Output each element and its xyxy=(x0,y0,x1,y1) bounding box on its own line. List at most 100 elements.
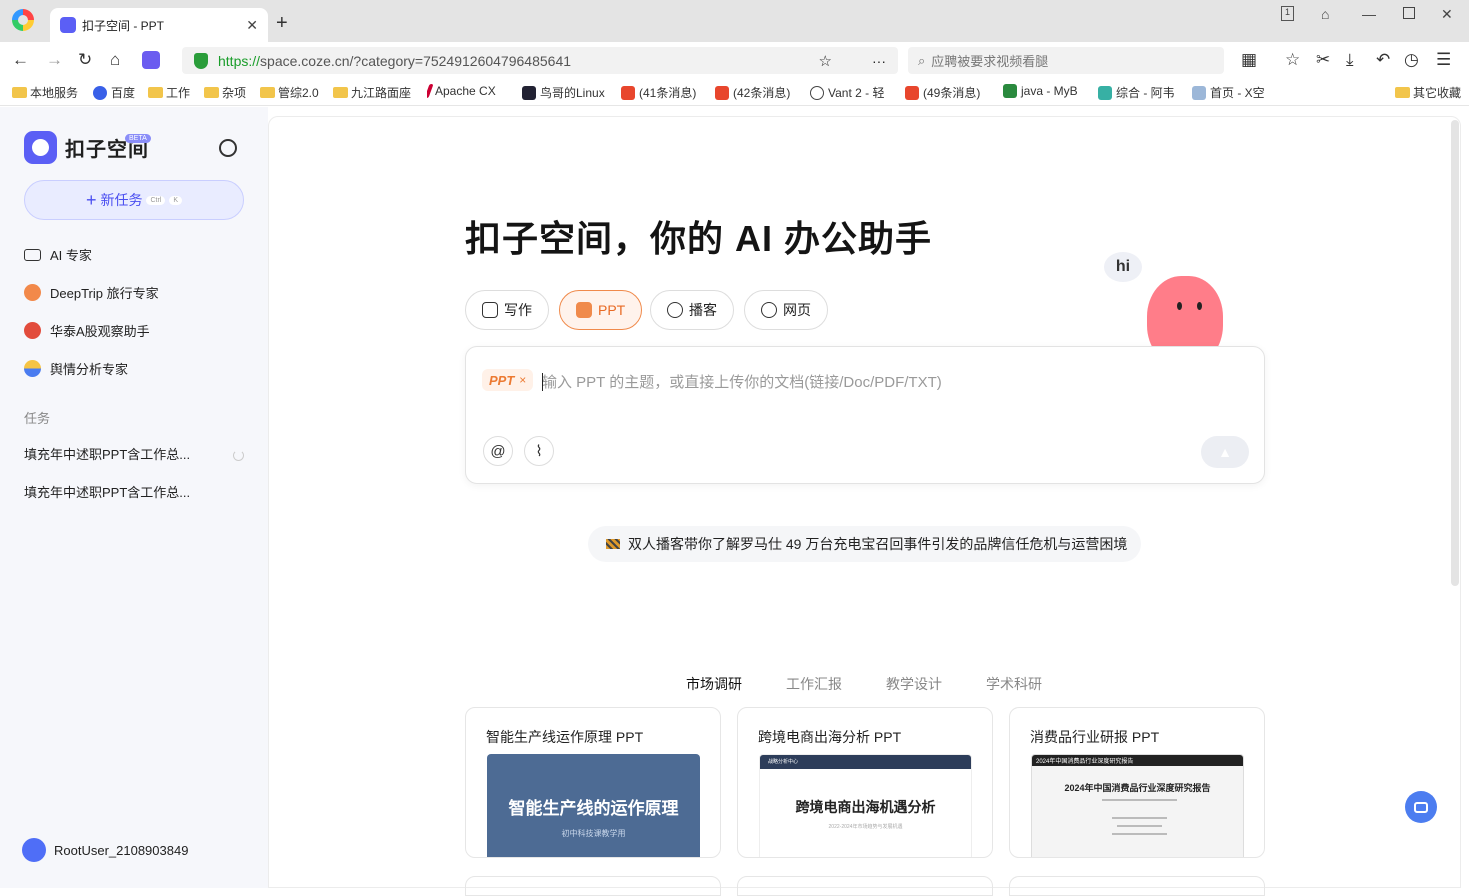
bookmark-item[interactable]: 综合 - 阿韦 xyxy=(1098,84,1178,101)
bookmark-item[interactable]: 九江路面座 xyxy=(333,84,413,101)
menu-icon[interactable]: ☰ xyxy=(1436,50,1451,70)
bookmark-item[interactable]: (41条消息) xyxy=(621,84,701,101)
bookmark-item[interactable]: (42条消息) xyxy=(715,84,795,101)
bookmark-item[interactable]: 杂项 xyxy=(204,84,254,101)
template-card[interactable]: 消费品行业研报 PPT 2024年中国消费品行业深度研究报告 2024年中国消费… xyxy=(1009,707,1265,858)
apache-feather-icon xyxy=(427,84,434,98)
back-icon[interactable]: ← xyxy=(12,50,29,70)
close-tab-icon[interactable]: ✕ xyxy=(246,17,258,34)
coze-logo-icon xyxy=(24,131,57,164)
folder-icon xyxy=(1395,87,1410,98)
mode-tab-podcast[interactable]: 播客 xyxy=(650,290,734,330)
skin-icon[interactable]: ⌂ xyxy=(1321,6,1329,22)
category-teaching[interactable]: 教学设计 xyxy=(886,674,942,694)
template-card[interactable] xyxy=(737,876,993,896)
attachment-icon[interactable]: ⌇ xyxy=(524,436,554,466)
writing-icon xyxy=(482,302,498,318)
search-placeholder: 应聘被要求视频看腿 xyxy=(931,54,1049,69)
globe-icon xyxy=(810,85,824,100)
site-icon xyxy=(1192,85,1206,100)
bookmark-item[interactable]: 百度 xyxy=(93,84,143,101)
template-card[interactable]: 智能生产线运作原理 PPT 智能生产线的运作原理 初中科技课教学用 xyxy=(465,707,721,858)
undo-icon[interactable]: ↶ xyxy=(1376,50,1390,70)
scissors-icon[interactable]: ✂ xyxy=(1316,50,1330,70)
tab-title: 扣子空间 - PPT xyxy=(82,18,165,33)
home-icon[interactable]: ⌂ xyxy=(110,50,120,70)
user-profile[interactable]: RootUser_2108903849 xyxy=(22,838,188,862)
bookmark-item[interactable]: 首页 - X空 xyxy=(1192,84,1268,101)
bookmark-item[interactable]: Apache CX xyxy=(427,84,509,98)
tab-count-icon[interactable]: 1 xyxy=(1281,6,1294,21)
template-card[interactable] xyxy=(465,876,721,896)
mode-tab-ppt[interactable]: PPT xyxy=(559,290,643,330)
sidebar: 扣子空间 BETA + 新任务 Ctrl K AI 专家 DeepTrip 旅行… xyxy=(0,107,268,888)
maximize-icon[interactable] xyxy=(1403,7,1415,19)
forward-icon[interactable]: → xyxy=(46,50,63,70)
csdn-icon xyxy=(715,85,729,100)
alarm-clock-icon[interactable] xyxy=(219,139,237,157)
mascot-body xyxy=(1147,276,1223,346)
task-item[interactable]: 填充年中述职PPT含工作总... xyxy=(24,444,190,463)
bookmark-item[interactable]: (49条消息) xyxy=(905,84,991,101)
browser-logo-icon[interactable] xyxy=(12,9,34,31)
deeptrip-icon xyxy=(24,284,41,301)
star-icon[interactable]: ☆ xyxy=(819,52,832,70)
category-work-report[interactable]: 工作汇报 xyxy=(786,674,842,694)
ai-extension-icon[interactable] xyxy=(142,51,160,69)
new-tab-icon[interactable]: + xyxy=(276,12,288,35)
template-card[interactable] xyxy=(1009,876,1265,896)
template-card[interactable]: 跨境电商出海分析 PPT 战略分析中心 跨境电商出海机遇分析 2022-2024… xyxy=(737,707,993,858)
graduation-cap-icon xyxy=(24,248,41,261)
mode-tab-webpage[interactable]: 网页 xyxy=(744,290,828,330)
reload-icon[interactable]: ↻ xyxy=(78,50,92,70)
sidebar-item-huatai[interactable]: 华泰A股观察助手 xyxy=(24,321,150,340)
csdn-icon xyxy=(621,85,635,100)
download-icon[interactable]: ⤓ xyxy=(1346,50,1354,70)
bookmark-item[interactable]: 工作 xyxy=(148,84,198,101)
address-bar[interactable]: https:// space.coze.cn/?category=7524912… xyxy=(182,47,898,74)
linux-icon xyxy=(522,85,536,100)
prompt-placeholder[interactable]: 输入 PPT 的主题，或直接上传你的文档(链接/Doc/PDF/TXT) xyxy=(542,371,942,392)
more-icon[interactable]: ··· xyxy=(872,53,886,69)
sidebar-item-deeptrip[interactable]: DeepTrip 旅行专家 xyxy=(24,283,159,302)
apps-grid-icon[interactable]: ▦ xyxy=(1241,50,1257,70)
browser-navbar: ← → ↻ ⌂ https:// space.coze.cn/?category… xyxy=(0,42,1469,78)
browser-titlebar: 扣子空间 - PPT ✕ + 1 ⌂ — ✕ xyxy=(0,0,1469,42)
history-icon[interactable]: ◷ xyxy=(1404,50,1419,70)
category-market-research[interactable]: 市场调研 xyxy=(686,674,742,694)
news-suggestion[interactable]: 双人播客带你了解罗马仕 49 万台充电宝召回事件引发的品牌信任危机与运营困境 xyxy=(588,526,1142,562)
url-text: space.coze.cn/?category=7524912604796485… xyxy=(260,52,572,69)
search-box[interactable]: ⌕ 应聘被要求视频看腿 xyxy=(908,47,1224,74)
bookmark-item[interactable]: 管综2.0 xyxy=(260,84,326,101)
bookmark-item[interactable]: 本地服务 xyxy=(12,84,82,101)
folder-icon xyxy=(12,87,27,98)
bookmark-item[interactable]: java - MyB xyxy=(1003,84,1085,98)
remove-tag-icon[interactable]: × xyxy=(519,373,526,387)
send-button[interactable]: ▲ xyxy=(1201,436,1249,468)
huatai-icon xyxy=(24,322,41,339)
feedback-chat-button[interactable] xyxy=(1405,791,1437,823)
sidebar-item-ai-expert[interactable]: AI 专家 xyxy=(24,245,92,264)
new-task-label: 新任务 xyxy=(100,192,143,208)
close-window-icon[interactable]: ✕ xyxy=(1441,6,1453,23)
prompt-input-box[interactable]: PPT × 输入 PPT 的主题，或直接上传你的文档(链接/Doc/PDF/TX… xyxy=(465,346,1265,484)
tab-favicon-icon xyxy=(60,17,76,33)
mascot-eye xyxy=(1177,302,1182,310)
bookmark-item[interactable]: Vant 2 - 轻 xyxy=(810,84,894,101)
scrollbar[interactable] xyxy=(1451,120,1459,586)
new-task-button[interactable]: + 新任务 Ctrl K xyxy=(24,180,244,220)
sidebar-item-sentiment[interactable]: 舆情分析专家 xyxy=(24,359,128,378)
plus-icon: + xyxy=(85,189,97,210)
favorites-icon[interactable]: ☆ xyxy=(1285,50,1300,70)
task-item[interactable]: 填充年中述职PPT含工作总... xyxy=(24,482,190,501)
mention-icon[interactable]: @ xyxy=(483,436,513,466)
search-icon: ⌕ xyxy=(918,52,926,68)
minimize-icon[interactable]: — xyxy=(1362,6,1376,22)
bookmark-item[interactable]: 鸟哥的Linux xyxy=(522,84,608,101)
csdn-icon xyxy=(905,85,919,100)
bookmark-other[interactable]: 其它收藏 xyxy=(1395,84,1465,101)
browser-tab[interactable]: 扣子空间 - PPT ✕ xyxy=(50,8,268,42)
mascot-eye xyxy=(1197,302,1202,310)
mode-tab-writing[interactable]: 写作 xyxy=(465,290,549,330)
category-academic[interactable]: 学术科研 xyxy=(986,674,1042,694)
